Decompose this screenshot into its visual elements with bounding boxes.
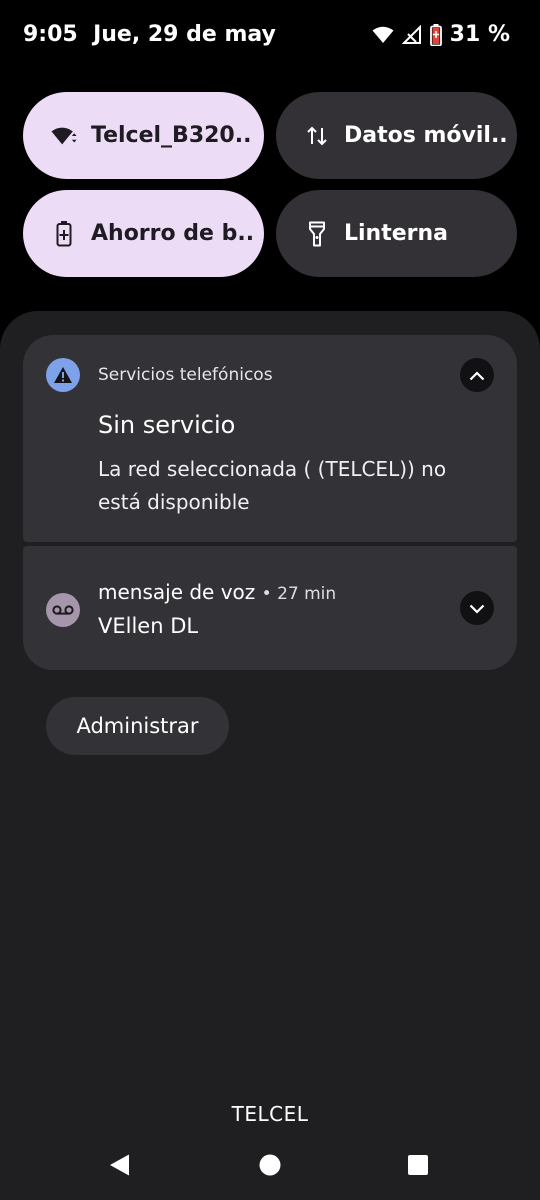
warning-icon (46, 358, 80, 392)
notification-body: La red seleccionada ( (TELCEL)) no está … (98, 457, 447, 514)
qs-tile-wifi[interactable]: Telcel_B320.. (23, 92, 264, 179)
notification-card-phone-services[interactable]: Servicios telefónicos Sin servicio La re… (23, 335, 517, 542)
battery-saver-icon (51, 220, 77, 247)
qs-tile-label: Linterna (344, 221, 449, 246)
notification-app-name: Servicios telefónicos (98, 365, 273, 385)
manage-button[interactable]: Administrar (46, 697, 229, 755)
home-icon (258, 1153, 282, 1181)
qs-tile-flashlight[interactable]: Linterna (276, 190, 517, 277)
notification-title: Sin servicio (98, 411, 236, 439)
qs-tile-label: Datos móvil.. (344, 123, 508, 148)
recents-icon (406, 1153, 430, 1181)
notification-app-name: mensaje de voz (98, 580, 256, 604)
notification-time: • 27 min (261, 584, 337, 604)
qs-tile-label: Ahorro de b.. (91, 221, 255, 246)
back-button[interactable] (105, 1152, 135, 1182)
carrier-label: TELCEL (231, 1102, 309, 1126)
no-signal-icon (401, 24, 422, 45)
voicemail-icon (46, 593, 80, 627)
chevron-down-icon (469, 599, 485, 618)
mobile-data-icon (304, 123, 330, 149)
status-icons: 31 % (372, 22, 510, 47)
chevron-up-icon (469, 366, 485, 385)
battery-saver-icon (429, 23, 442, 46)
qs-tile-label: Telcel_B320.. (91, 123, 252, 148)
battery-percent: 31 % (449, 22, 510, 47)
notification-body: VEllen DL (98, 614, 199, 638)
notification-card-voicemail[interactable]: mensaje de voz • 27 min VEllen DL (23, 546, 517, 670)
status-time: 9:05 (23, 22, 78, 47)
qs-tile-battery-saver[interactable]: Ahorro de b.. (23, 190, 264, 277)
flashlight-icon (304, 221, 330, 247)
wifi-icon (372, 26, 394, 44)
back-icon (108, 1153, 132, 1181)
qs-tile-mobile-data[interactable]: Datos móvil.. (276, 92, 517, 179)
navigation-bar (0, 1140, 540, 1192)
notification-header: mensaje de voz • 27 min (98, 580, 336, 604)
recents-button[interactable] (403, 1152, 433, 1182)
collapse-button[interactable] (460, 358, 494, 392)
expand-button[interactable] (460, 591, 494, 625)
status-clock-date: 9:05 Jue, 29 de may (23, 22, 276, 47)
wifi-icon (51, 123, 77, 149)
status-date: Jue, 29 de may (93, 22, 276, 47)
status-bar: 9:05 Jue, 29 de may 31 % (0, 0, 540, 72)
home-button[interactable] (255, 1152, 285, 1182)
